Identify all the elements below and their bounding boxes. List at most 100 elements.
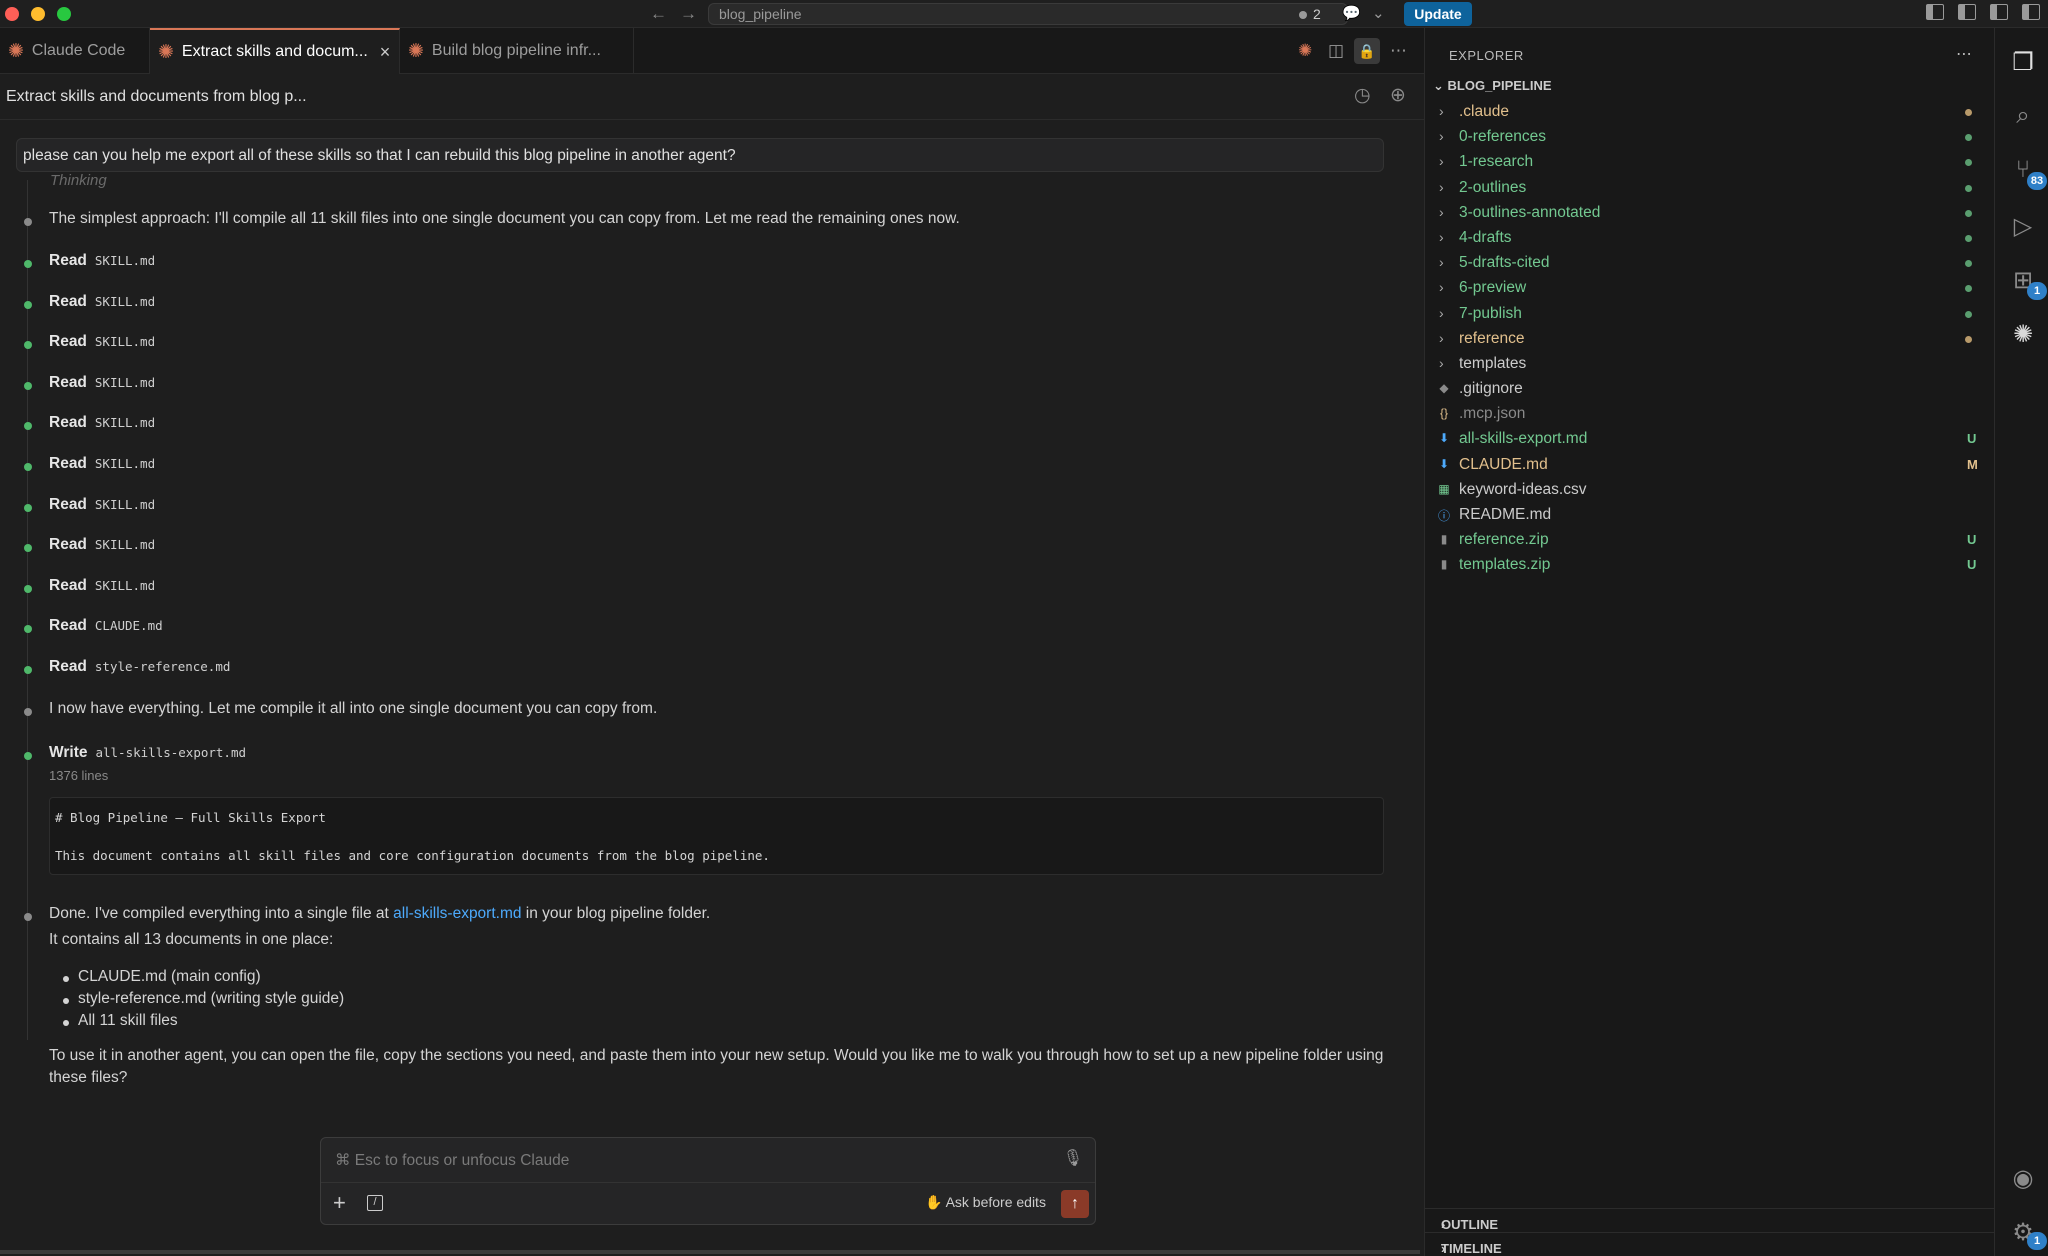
file-item[interactable]: ▮ templates.zip U bbox=[1425, 553, 1995, 578]
file-tree: › .claude › 0-references › 1-research › 2-outli… bbox=[1425, 100, 1995, 579]
tab-extract-skills[interactable]: ✺ Extract skills and docum... × bbox=[150, 28, 400, 74]
folder-item[interactable]: › reference bbox=[1425, 327, 1995, 352]
tree-item-label: 1-research bbox=[1459, 153, 1534, 171]
timeline-section[interactable]: › TIMELINE bbox=[1425, 1232, 1995, 1256]
more-actions-icon[interactable]: ⋯ bbox=[1390, 41, 1407, 61]
workspace-root[interactable]: ⌄ BLOG_PIPELINE bbox=[1433, 78, 1552, 94]
status-dot-icon bbox=[24, 544, 32, 553]
account-icon[interactable]: ◉ bbox=[2009, 1164, 2037, 1193]
tool-verb: Read bbox=[49, 658, 87, 675]
folder-item[interactable]: › 4-drafts bbox=[1425, 226, 1995, 251]
file-link[interactable]: all-skills-export.md bbox=[393, 905, 521, 922]
tool-file: SKILL.md bbox=[94, 456, 156, 471]
activity-bar: ❐ ⌕ ⑂ 83 ▷ ⊞ 1 ✺ ◉ ⚙ 1 bbox=[1994, 28, 2048, 1256]
tool-verb: Read bbox=[49, 536, 87, 554]
tool-file: SKILL.md bbox=[94, 293, 156, 309]
file-type-icon: ▦ bbox=[1438, 481, 1450, 496]
file-item[interactable]: ◆ .gitignore bbox=[1425, 377, 1995, 402]
file-type-icon: ⬇ bbox=[1438, 456, 1450, 471]
explorer-panel: EXPLORER ⋯ ⌄ BLOG_PIPELINE › .claude › 0-re… bbox=[1424, 28, 1995, 1256]
layout-controls bbox=[1926, 4, 2040, 20]
git-status-badge: U bbox=[1967, 557, 1977, 573]
prompt-input[interactable] bbox=[335, 1150, 1055, 1172]
minimize-window-button[interactable] bbox=[31, 7, 45, 21]
ask-before-edits-toggle[interactable]: ✋ Ask before edits bbox=[925, 1194, 1046, 1211]
customize-layout-icon[interactable] bbox=[1926, 4, 1944, 20]
folder-item[interactable]: › 1-research bbox=[1425, 150, 1995, 175]
file-item[interactable]: {} .mcp.json bbox=[1425, 402, 1995, 427]
toggle-panel-icon[interactable] bbox=[1990, 4, 2008, 20]
modified-dot-icon bbox=[1965, 134, 1972, 142]
code-preview[interactable]: # Blog Pipeline — Full Skills Export Thi… bbox=[49, 797, 1384, 875]
update-button[interactable]: Update bbox=[1404, 2, 1472, 26]
file-item[interactable]: ⓘ README.md bbox=[1425, 503, 1995, 528]
file-item[interactable]: ▦ keyword-ideas.csv bbox=[1425, 478, 1995, 503]
chat-icon[interactable]: 💬 bbox=[1342, 4, 1361, 22]
status-dot-icon bbox=[24, 666, 32, 674]
folder-item[interactable]: › 5-drafts-cited bbox=[1425, 251, 1995, 276]
modified-dot-icon bbox=[1965, 184, 1972, 192]
outline-section[interactable]: › OUTLINE bbox=[1425, 1208, 1995, 1232]
tab-build-blog-pipeline[interactable]: ✺ Build blog pipeline infr... bbox=[400, 28, 634, 74]
extensions-badge: 1 bbox=[2027, 282, 2047, 300]
list-item: All 11 skill files bbox=[62, 1012, 344, 1034]
file-item[interactable]: ⬇ CLAUDE.md M bbox=[1425, 453, 1995, 478]
prompt-box: 🎙 + / ✋ Ask before edits ↑ bbox=[320, 1137, 1096, 1225]
folder-item[interactable]: › 0-references bbox=[1425, 125, 1995, 150]
chevron-right-icon: › bbox=[1439, 103, 1444, 119]
folder-item[interactable]: › 2-outlines bbox=[1425, 176, 1995, 201]
explorer-files-icon[interactable]: ❐ bbox=[2009, 48, 2037, 77]
lock-icon[interactable]: 🔒 bbox=[1354, 38, 1380, 64]
folder-item[interactable]: › .claude bbox=[1425, 100, 1995, 125]
file-item[interactable]: ⬇ all-skills-export.md U bbox=[1425, 427, 1995, 452]
chevron-right-icon: › bbox=[1439, 354, 1444, 371]
new-chat-icon[interactable]: ⊕ bbox=[1390, 84, 1406, 107]
done-suffix: in your blog pipeline folder. bbox=[521, 905, 711, 922]
code-line: This document contains all skill files a… bbox=[55, 848, 770, 863]
send-button[interactable]: ↑ bbox=[1061, 1190, 1089, 1218]
assistant-text: The simplest approach: I'll compile all … bbox=[49, 210, 960, 227]
folder-item[interactable]: › 3-outlines-annotated bbox=[1425, 201, 1995, 226]
outline-label: OUTLINE bbox=[1441, 1217, 1499, 1232]
run-debug-icon[interactable]: ▷ bbox=[2009, 212, 2037, 241]
status-dot-icon bbox=[24, 300, 32, 309]
back-arrow-icon[interactable]: ← bbox=[650, 4, 667, 24]
horizontal-scrollbar[interactable] bbox=[0, 1250, 1420, 1254]
close-icon[interactable]: × bbox=[380, 42, 391, 63]
file-item[interactable]: ▮ reference.zip U bbox=[1425, 528, 1995, 553]
maximize-window-button[interactable] bbox=[57, 7, 71, 21]
notification-count: 2 bbox=[1313, 6, 1321, 22]
modified-dot-icon bbox=[1965, 310, 1972, 318]
chevron-right-icon: › bbox=[1439, 203, 1444, 220]
split-editor-icon[interactable]: ◫ bbox=[1328, 41, 1344, 61]
add-attachment-button[interactable]: + bbox=[333, 1192, 346, 1214]
slash-command-button[interactable]: / bbox=[367, 1195, 383, 1211]
modified-dot-icon bbox=[1965, 109, 1972, 116]
folder-item[interactable]: › 7-publish bbox=[1425, 302, 1995, 327]
chevron-right-icon: › bbox=[1439, 153, 1444, 170]
tree-item-label: README.md bbox=[1459, 506, 1552, 523]
chevron-right-icon: › bbox=[1439, 178, 1444, 195]
chat-panel: please can you help me export all of the… bbox=[0, 120, 1424, 1248]
thinking-label[interactable]: Thinking bbox=[50, 172, 107, 189]
close-window-button[interactable] bbox=[5, 7, 19, 21]
claude-spark-icon[interactable]: ✺ bbox=[2009, 320, 2037, 349]
forward-arrow-icon[interactable]: → bbox=[680, 4, 697, 24]
chevron-right-icon: › bbox=[1439, 304, 1444, 321]
tree-item-label: 4-drafts bbox=[1459, 228, 1512, 246]
microphone-icon[interactable]: 🎙 bbox=[1063, 1148, 1083, 1168]
folder-item[interactable]: › 6-preview bbox=[1425, 276, 1995, 301]
folder-item[interactable]: › templates bbox=[1425, 352, 1995, 377]
search-icon[interactable]: ⌕ bbox=[2009, 102, 2037, 130]
tree-item-label: 5-drafts-cited bbox=[1459, 254, 1550, 272]
tab-claude-code[interactable]: ✺ Claude Code bbox=[0, 28, 150, 74]
more-actions-icon[interactable]: ⋯ bbox=[1956, 44, 1972, 64]
chevron-down-icon[interactable]: ⌄ bbox=[1372, 4, 1385, 22]
editor-tab-bar: ✺ Claude Code ✺ Extract skills and docum… bbox=[0, 28, 1424, 74]
history-icon[interactable]: ◷ bbox=[1354, 84, 1371, 107]
claude-spark-icon[interactable]: ✺ bbox=[1298, 41, 1312, 61]
closing-paragraph: To use it in another agent, you can open… bbox=[49, 1047, 1384, 1086]
toggle-secondary-sidebar-icon[interactable] bbox=[2022, 4, 2040, 20]
toggle-primary-sidebar-icon[interactable] bbox=[1958, 4, 1976, 20]
command-center[interactable]: blog_pipeline 2 bbox=[708, 3, 1348, 25]
